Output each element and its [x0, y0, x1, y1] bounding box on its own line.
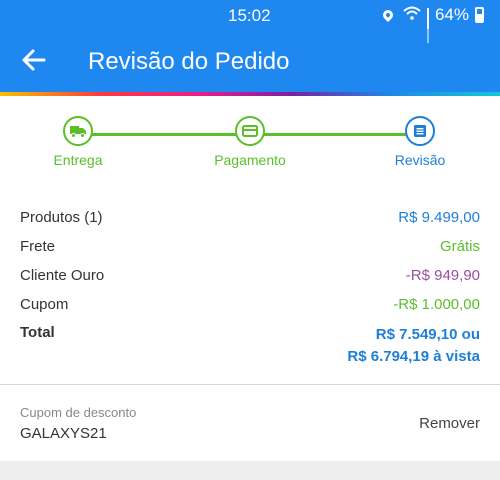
summary-value: -R$ 949,90 — [405, 267, 480, 284]
summary-value: R$ 9.499,00 — [398, 209, 480, 226]
battery-percent: 64% — [434, 5, 469, 24]
summary-row-cliente-ouro: Cliente Ouro -R$ 949,90 — [20, 267, 480, 289]
step-revisao[interactable]: Revisão — [360, 116, 480, 168]
summary-row-total: Total R$ 7.549,10 ou R$ 6.794,19 à vista — [20, 324, 480, 372]
summary-label: Produtos (1) — [20, 209, 103, 226]
summary-row-produtos: Produtos (1) R$ 9.499,00 — [20, 209, 480, 231]
summary-value: -R$ 1.000,00 — [393, 296, 480, 313]
total-value-cash: R$ 6.794,19 à vista — [347, 348, 480, 365]
step-label-revisao: Revisão — [394, 152, 446, 168]
order-summary: Produtos (1) R$ 9.499,00 Frete Grátis Cl… — [0, 188, 500, 385]
wifi-icon — [403, 6, 421, 24]
status-bar: 15:02 64% — [0, 0, 500, 43]
remove-coupon-button[interactable]: Remover — [419, 415, 480, 432]
summary-label: Cliente Ouro — [20, 267, 105, 284]
back-arrow-icon[interactable] — [20, 46, 48, 74]
battery-icon — [475, 7, 484, 23]
summary-label: Frete — [20, 238, 56, 255]
status-time: 15:02 — [228, 6, 271, 25]
summary-row-cupom: Cupom -R$ 1.000,00 — [20, 296, 480, 318]
document-icon — [405, 116, 435, 146]
summary-label: Cupom — [20, 296, 69, 313]
summary-row-frete: Frete Grátis — [20, 238, 480, 260]
step-label-entrega: Entrega — [53, 152, 103, 168]
coupon-caption: Cupom de desconto — [20, 405, 137, 420]
summary-value: Grátis — [439, 238, 480, 255]
truck-icon — [63, 116, 93, 146]
app-bar: 15:02 64% Revisão do Pedido — [0, 0, 500, 92]
coupon-code: GALAXYS21 — [20, 425, 107, 442]
coupon-section: Cupom de desconto GALAXYS21 Remover — [0, 385, 500, 461]
step-pagamento[interactable]: Pagamento — [190, 116, 310, 168]
location-pin-icon — [380, 7, 396, 23]
status-icons: 64% — [380, 5, 484, 43]
total-value: R$ 7.549,10 ou R$ 6.794,19 à vista — [347, 324, 480, 368]
step-label-pagamento: Pagamento — [214, 152, 286, 168]
checkout-stepper: Entrega Pagamento Revisão — [0, 96, 500, 189]
credit-card-icon — [235, 116, 265, 146]
total-label: Total — [20, 324, 55, 341]
bottom-section-separator — [0, 461, 500, 480]
page-title: Revisão do Pedido — [88, 48, 290, 75]
signal-icon — [426, 8, 429, 43]
total-value-installments: R$ 7.549,10 ou — [375, 326, 480, 343]
step-entrega[interactable]: Entrega — [18, 116, 138, 168]
